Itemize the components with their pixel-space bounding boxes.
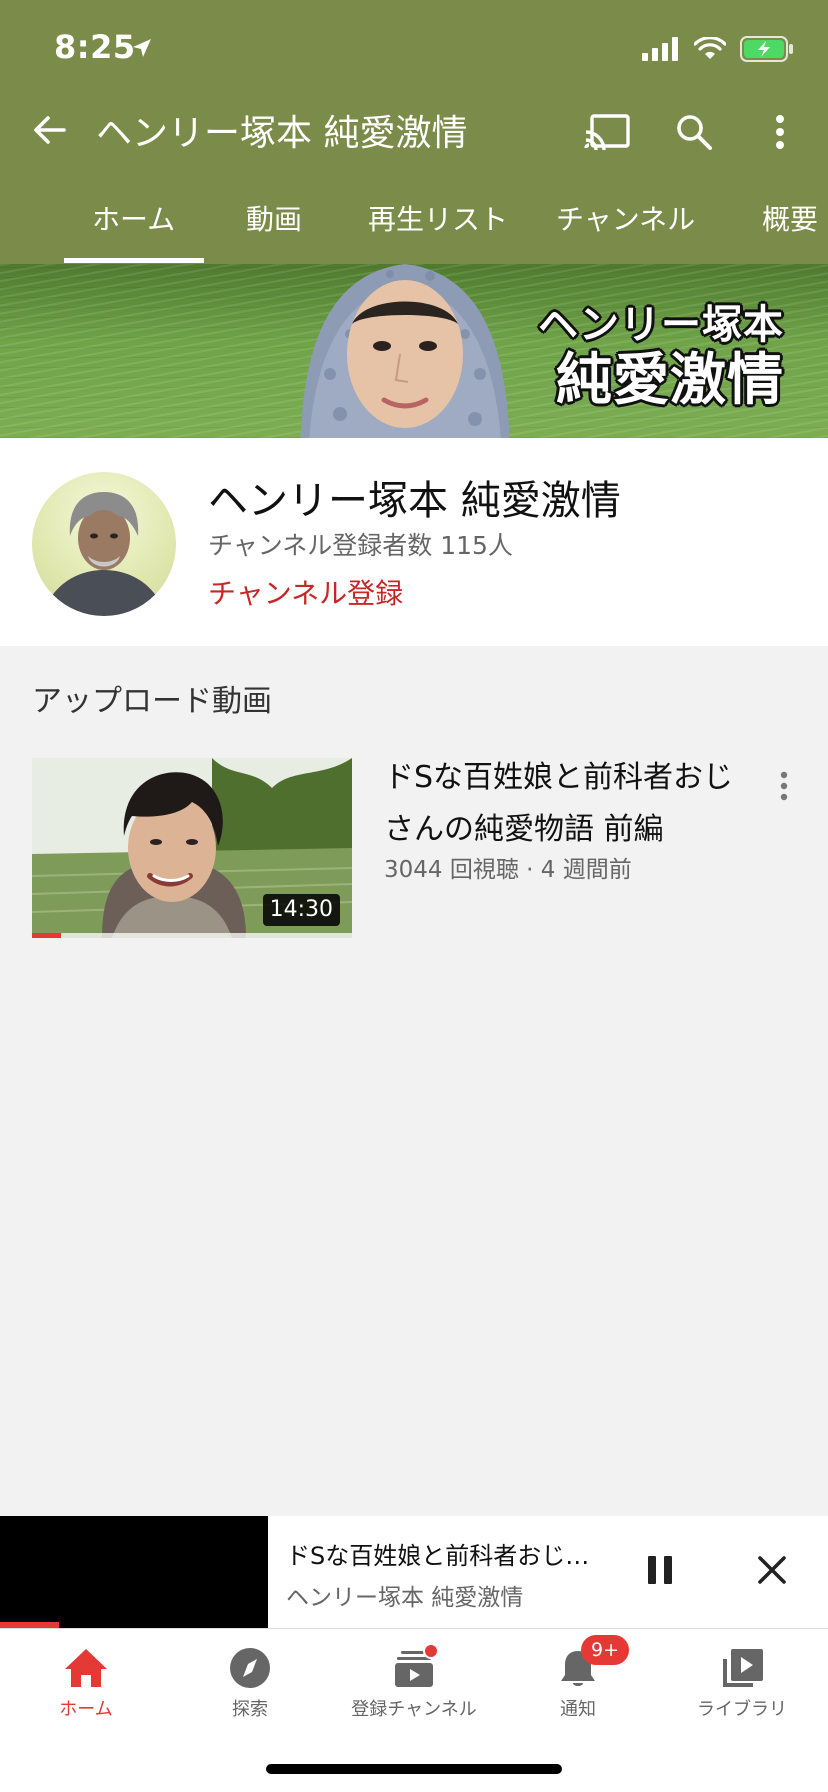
nav-item-library[interactable]: ライブラリ xyxy=(662,1645,822,1735)
notifications-icon: 9+ xyxy=(553,1635,629,1691)
library-icon xyxy=(717,1645,767,1691)
more-vert-icon xyxy=(780,771,788,801)
tab-channels[interactable]: チャンネル xyxy=(556,198,695,238)
status-time: 8:25 xyxy=(54,28,136,66)
channel-avatar[interactable] xyxy=(32,472,176,616)
cast-button[interactable] xyxy=(580,108,636,156)
miniplayer-title[interactable]: ドSな百姓娘と前科者おじ… xyxy=(286,1536,616,1571)
nav-item-home[interactable]: ホーム xyxy=(6,1645,166,1735)
home-indicator[interactable] xyxy=(266,1764,562,1774)
video-action-menu-button[interactable] xyxy=(766,764,802,808)
back-button[interactable] xyxy=(30,110,70,150)
youtube-channel-screen: 8:25 ヘンリー塚本 純愛激情 ホーム 動画 再生リスト チャンネル 概要 ヘ… xyxy=(0,0,828,1792)
miniplayer-video[interactable] xyxy=(0,1516,268,1628)
notifications-count-badge: 9+ xyxy=(581,1635,629,1665)
channel-title: ヘンリー塚本 純愛激情 xyxy=(96,113,468,154)
cast-icon xyxy=(584,114,630,151)
banner-text: ヘンリー塚本 純愛激情 xyxy=(538,302,784,414)
uploads-section-title[interactable]: アップロード動画 xyxy=(32,676,272,720)
video-list-item[interactable]: 14:30 ドSな百姓娘と前科者おじさんの純愛物語 前編 3044 回視聴 · … xyxy=(32,758,802,942)
watch-progress-track xyxy=(32,933,352,938)
subscriptions-icon xyxy=(389,1643,439,1691)
miniplayer-pause-button[interactable] xyxy=(640,1548,680,1592)
miniplayer-close-button[interactable] xyxy=(752,1550,792,1590)
subscribe-button[interactable]: チャンネル登録 xyxy=(208,572,403,612)
nav-label-explore: 探索 xyxy=(232,1699,268,1720)
channel-banner: ヘンリー塚本 純愛激情 xyxy=(0,264,828,438)
channel-name: ヘンリー塚本 純愛激情 xyxy=(208,478,621,524)
subscriber-count: チャンネル登録者数 115人 xyxy=(208,531,513,560)
search-button[interactable] xyxy=(666,108,722,156)
more-options-button[interactable] xyxy=(752,108,808,156)
banner-text-line-1: ヘンリー塚本 xyxy=(538,302,784,348)
nav-label-home: ホーム xyxy=(59,1699,113,1720)
tab-videos[interactable]: 動画 xyxy=(246,198,302,238)
wifi-icon xyxy=(694,37,726,59)
pause-icon xyxy=(648,1556,672,1584)
tab-playlists[interactable]: 再生リスト xyxy=(368,198,508,238)
subscriptions-new-dot xyxy=(423,1643,439,1659)
banner-text-line-2: 純愛激情 xyxy=(556,348,784,413)
top-header: 8:25 ヘンリー塚本 純愛激情 ホーム 動画 再生リスト チャンネル 概要 xyxy=(0,0,828,264)
video-thumbnail[interactable]: 14:30 xyxy=(32,758,352,938)
app-bar: ヘンリー塚本 純愛激情 xyxy=(0,96,828,166)
explore-icon xyxy=(225,1645,275,1691)
search-icon xyxy=(677,115,712,150)
active-tab-indicator xyxy=(64,258,204,263)
channel-info-card: ヘンリー塚本 純愛激情 チャンネル登録者数 115人 チャンネル登録 xyxy=(0,438,828,646)
channel-tabs: ホーム 動画 再生リスト チャンネル 概要 xyxy=(0,194,828,264)
avatar-portrait-image xyxy=(42,492,166,616)
nav-item-notifications[interactable]: 9+ 通知 xyxy=(498,1635,658,1735)
video-meta: ドSな百姓娘と前科者おじさんの純愛物語 前編 3044 回視聴 · 4 週間前 xyxy=(384,758,744,884)
banner-portrait-image xyxy=(300,264,510,438)
miniplayer[interactable]: ドSな百姓娘と前科者おじ… ヘンリー塚本 純愛激情 xyxy=(0,1516,828,1628)
video-duration-badge: 14:30 xyxy=(262,894,340,926)
miniplayer-channel: ヘンリー塚本 純愛激情 xyxy=(286,1585,524,1611)
close-icon xyxy=(758,1556,786,1584)
tab-home[interactable]: ホーム xyxy=(92,198,175,238)
more-vert-icon xyxy=(776,115,784,149)
nav-item-explore[interactable]: 探索 xyxy=(170,1645,330,1735)
tab-about[interactable]: 概要 xyxy=(762,198,818,238)
nav-label-notifications: 通知 xyxy=(560,1699,596,1720)
back-arrow-icon xyxy=(34,116,66,144)
home-icon xyxy=(61,1645,111,1691)
video-title[interactable]: ドSな百姓娘と前科者おじさんの純愛物語 前編 xyxy=(384,752,744,856)
video-stats: 3044 回視聴 · 4 週間前 xyxy=(384,857,632,883)
cellular-signal-icon xyxy=(642,37,678,61)
nav-label-library: ライブラリ xyxy=(697,1699,787,1720)
nav-label-subscriptions: 登録チャンネル xyxy=(351,1699,477,1720)
app-bar-actions xyxy=(580,108,808,156)
nav-item-subscriptions[interactable]: 登録チャンネル xyxy=(334,1643,494,1735)
battery-charging-icon xyxy=(740,36,793,62)
status-icons xyxy=(642,36,794,62)
location-arrow-icon xyxy=(133,39,151,57)
watch-progress-fill xyxy=(32,933,61,938)
